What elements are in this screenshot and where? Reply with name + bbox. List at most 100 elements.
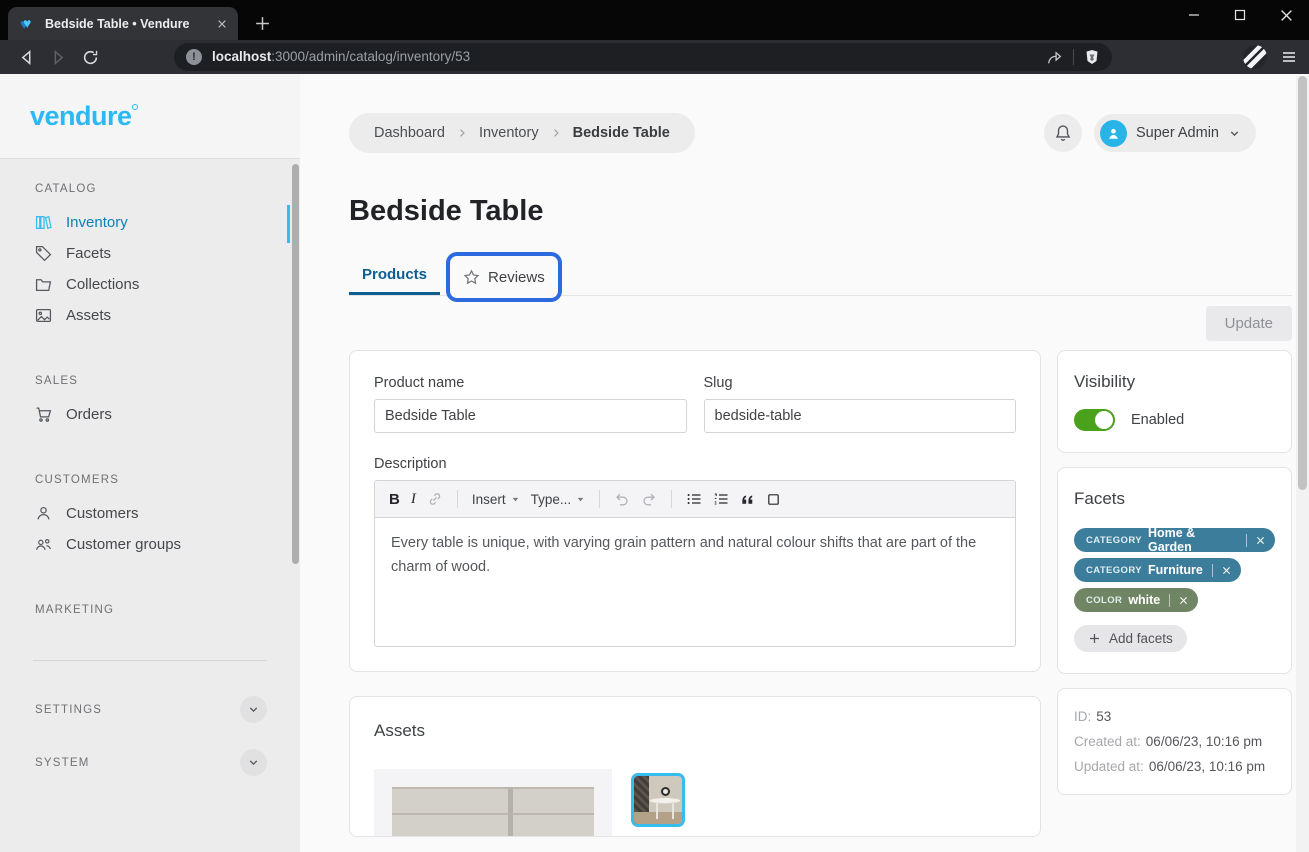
user-name: Super Admin [1136, 125, 1219, 141]
sidebar-item-collections[interactable]: Collections [0, 269, 300, 300]
window-close-button[interactable] [1263, 0, 1309, 30]
description-editor-body[interactable]: Every table is unique, with varying grai… [375, 518, 1015, 646]
tab-reviews[interactable]: Reviews [463, 269, 545, 286]
meta-value: 53 [1096, 709, 1111, 724]
assets-row [374, 769, 1016, 837]
forward-button[interactable] [44, 43, 72, 71]
sidebar-item-facets[interactable]: Facets [0, 238, 300, 269]
cart-icon [35, 406, 52, 423]
star-icon [463, 269, 480, 286]
blockquote-icon[interactable] [740, 492, 755, 507]
folder-icon [35, 276, 52, 293]
image-detail [634, 812, 682, 824]
redo-icon[interactable] [641, 491, 657, 507]
url-path: :3000/admin/catalog/inventory/53 [271, 49, 470, 64]
asset-thumbnail-selected[interactable] [631, 773, 685, 827]
tab-close-icon[interactable] [216, 18, 228, 30]
facet-value: Home & Garden [1148, 526, 1237, 554]
site-info-icon[interactable]: ! [186, 49, 202, 65]
back-button[interactable] [12, 43, 40, 71]
bullet-list-icon[interactable] [686, 491, 702, 507]
type-dropdown[interactable]: Type... [531, 492, 586, 507]
bell-icon [1054, 124, 1072, 142]
horizontal-rule-icon[interactable] [766, 492, 781, 507]
facets-title: Facets [1074, 489, 1275, 509]
insert-dropdown[interactable]: Insert [472, 492, 520, 507]
add-facets-label: Add facets [1109, 631, 1173, 646]
remove-facet-icon[interactable] [1255, 535, 1266, 546]
window-maximize-button[interactable] [1217, 0, 1263, 30]
facet-group: CATEGORY [1086, 565, 1142, 576]
sidebar-scrollbar[interactable] [292, 164, 299, 564]
user-icon [35, 505, 52, 522]
meta-label: Created at: [1074, 734, 1141, 749]
sidebar-item-customers[interactable]: Customers [0, 498, 300, 529]
notifications-button[interactable] [1044, 114, 1082, 152]
product-name-input[interactable] [374, 399, 687, 433]
reload-button[interactable] [76, 43, 104, 71]
share-icon[interactable] [1046, 49, 1063, 66]
breadcrumb-dashboard[interactable]: Dashboard [374, 125, 445, 141]
users-icon [35, 536, 52, 553]
tab-highlight-annotation: Reviews [446, 252, 562, 302]
breadcrumb: Dashboard Inventory Bedside Table [349, 113, 695, 153]
sidebar-section-system[interactable]: SYSTEM [0, 740, 300, 785]
url-bar-actions [1046, 49, 1100, 66]
user-icon [1106, 126, 1121, 141]
sidebar-item-label: Customer groups [66, 536, 181, 553]
slug-label: Slug [704, 375, 1017, 391]
meta-row-id: ID:53 [1074, 704, 1275, 729]
breadcrumb-inventory[interactable]: Inventory [479, 125, 539, 141]
brave-shield-icon[interactable] [1084, 49, 1100, 65]
update-button[interactable]: Update [1206, 306, 1292, 341]
sidebar-item-label: Orders [66, 406, 112, 423]
tab-reviews-label: Reviews [488, 269, 545, 286]
window-minimize-button[interactable] [1171, 0, 1217, 30]
undo-icon[interactable] [614, 491, 630, 507]
main-content: Dashboard Inventory Bedside Table Super … [300, 74, 1309, 852]
plus-icon [1088, 632, 1101, 645]
url-bar[interactable]: ! localhost:3000/admin/catalog/inventory… [174, 43, 1112, 71]
right-column: Visibility Enabled Facets CATEGORY Home … [1057, 350, 1292, 795]
browser-titlebar: ♥♥ Bedside Table • Vendure [0, 0, 1309, 40]
visibility-title: Visibility [1074, 372, 1275, 392]
italic-button[interactable]: I [411, 491, 416, 508]
new-tab-button[interactable] [254, 15, 271, 32]
chevron-down-icon[interactable] [240, 696, 267, 723]
bold-button[interactable]: B [389, 491, 400, 508]
visibility-toggle-row: Enabled [1074, 409, 1275, 431]
toggle-knob [1095, 411, 1113, 429]
tab-products[interactable]: Products [349, 256, 440, 295]
editor-toolbar: B I Insert [375, 481, 1015, 518]
remove-facet-icon[interactable] [1221, 565, 1232, 576]
featured-asset-preview[interactable] [374, 769, 612, 837]
ordered-list-icon[interactable] [713, 491, 729, 507]
add-facets-button[interactable]: Add facets [1074, 625, 1187, 652]
image-detail [672, 803, 674, 819]
visibility-toggle[interactable] [1074, 409, 1115, 431]
toolbar-separator [1073, 49, 1074, 65]
sidebar-item-inventory[interactable]: Inventory [0, 207, 300, 238]
sidebar-item-customer-groups[interactable]: Customer groups [0, 529, 300, 560]
facets-card: Facets CATEGORY Home & Garden CATEGORY F… [1057, 467, 1292, 674]
user-menu[interactable]: Super Admin [1094, 114, 1256, 152]
nav-section-sales: SALES Orders [0, 375, 300, 430]
page-scrollbar[interactable] [1296, 76, 1309, 852]
section-header-system: SYSTEM [35, 757, 90, 769]
name-slug-row: Product name Slug [374, 375, 1016, 433]
browser-profile-avatar[interactable] [1243, 45, 1267, 69]
content-grid: Product name Slug Description B [349, 350, 1292, 837]
sidebar-item-orders[interactable]: Orders [0, 399, 300, 430]
chevron-down-icon[interactable] [240, 749, 267, 776]
scrollbar-thumb[interactable] [1298, 76, 1307, 490]
remove-facet-icon[interactable] [1178, 595, 1189, 606]
sidebar-section-settings[interactable]: SETTINGS [0, 687, 300, 732]
browser-tab[interactable]: ♥♥ Bedside Table • Vendure [8, 7, 238, 40]
meta-row-created: Created at:06/06/23, 10:16 pm [1074, 729, 1275, 754]
slug-input[interactable] [704, 399, 1017, 433]
sidebar-item-assets[interactable]: Assets [0, 300, 300, 331]
sidebar-item-label: Collections [66, 276, 139, 293]
menu-icon[interactable] [1281, 49, 1297, 65]
link-icon[interactable] [427, 491, 443, 507]
update-row: Update [349, 306, 1292, 341]
